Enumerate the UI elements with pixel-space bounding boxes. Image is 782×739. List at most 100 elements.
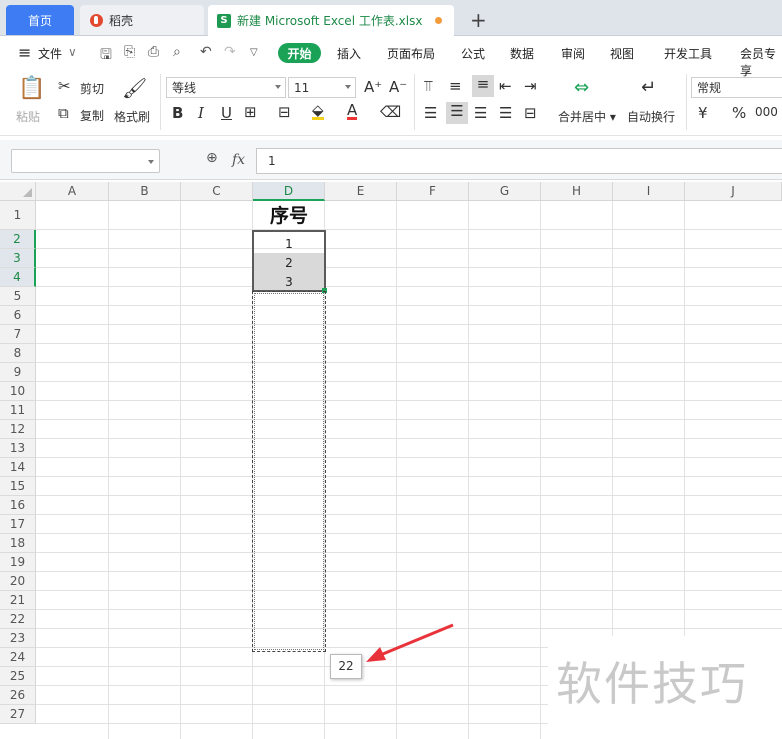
align-middle-icon[interactable]: ≡: [449, 77, 462, 95]
row-header-7[interactable]: 7: [0, 325, 36, 344]
name-box[interactable]: [11, 149, 160, 173]
chevron-down-icon[interactable]: ∨: [68, 45, 77, 59]
currency-icon[interactable]: ¥: [698, 104, 708, 122]
row-header-21[interactable]: 21: [0, 591, 36, 610]
row-header-23[interactable]: 23: [0, 629, 36, 648]
print-icon[interactable]: ⎙: [148, 44, 159, 60]
column-header-h[interactable]: H: [541, 182, 613, 201]
menu-data[interactable]: 数据: [510, 45, 534, 62]
strikethrough-icon[interactable]: ⊟: [278, 103, 291, 121]
format-painter-button[interactable]: 格式刷: [114, 108, 150, 125]
menu-formulas[interactable]: 公式: [461, 45, 485, 62]
percent-icon[interactable]: %: [732, 104, 746, 122]
row-header-8[interactable]: 8: [0, 344, 36, 363]
menu-insert[interactable]: 插入: [337, 45, 361, 62]
row-header-19[interactable]: 19: [0, 553, 36, 572]
column-header-j[interactable]: J: [685, 182, 782, 201]
row-header-2[interactable]: 2: [0, 230, 36, 249]
font-size-select[interactable]: 11: [288, 77, 356, 98]
indent-icon[interactable]: ⇥: [524, 77, 537, 95]
distribute-icon[interactable]: ⊟: [524, 104, 537, 122]
row-header-24[interactable]: 24: [0, 648, 36, 667]
share-icon[interactable]: ⎘: [124, 44, 135, 60]
row-header-14[interactable]: 14: [0, 458, 36, 477]
paste-button[interactable]: 粘贴: [16, 108, 40, 125]
menu-review[interactable]: 审阅: [561, 45, 585, 62]
zoom-icon[interactable]: ⊕: [206, 150, 218, 166]
column-header-c[interactable]: C: [181, 182, 253, 201]
row-header-26[interactable]: 26: [0, 686, 36, 705]
outdent-icon[interactable]: ⇤: [499, 77, 512, 95]
row-header-27[interactable]: 27: [0, 705, 36, 724]
align-bottom-icon[interactable]: ≡: [472, 75, 494, 97]
paste-icon[interactable]: 📋: [18, 76, 45, 101]
customize-icon[interactable]: ▽: [250, 47, 258, 58]
column-header-a[interactable]: A: [36, 182, 109, 201]
row-header-18[interactable]: 18: [0, 534, 36, 553]
align-left-icon[interactable]: ☰: [424, 104, 437, 122]
menu-start[interactable]: 开始: [278, 43, 321, 63]
select-all-corner[interactable]: [0, 182, 36, 201]
clear-icon[interactable]: ⌫: [380, 103, 401, 121]
row-header-5[interactable]: 5: [0, 287, 36, 306]
align-center-icon[interactable]: ☰: [446, 102, 468, 124]
tab-home[interactable]: 首页: [6, 5, 74, 35]
increase-font-icon[interactable]: A⁺: [364, 78, 382, 96]
fill-color-icon[interactable]: ⬙: [312, 103, 324, 120]
row-header-15[interactable]: 15: [0, 477, 36, 496]
formula-input[interactable]: 1: [256, 148, 782, 174]
menu-page-layout[interactable]: 页面布局: [387, 45, 435, 62]
print-preview-icon[interactable]: ⌕: [173, 44, 181, 60]
align-right-icon[interactable]: ☰: [474, 104, 487, 122]
row-header-22[interactable]: 22: [0, 610, 36, 629]
cell-d1[interactable]: 序号: [253, 202, 325, 230]
merge-center-button[interactable]: 合并居中 ▾: [558, 108, 616, 125]
border-icon[interactable]: ⊞: [244, 103, 257, 121]
column-header-i[interactable]: I: [613, 182, 685, 201]
ribbon: 📋 粘贴 ✂ 剪切 ⧉ 复制 🖌 格式刷 等线 11 A⁺ A⁻ B I U ⊞…: [0, 68, 782, 136]
column-header-g[interactable]: G: [469, 182, 541, 201]
column-header-b[interactable]: B: [109, 182, 181, 201]
number-format-select[interactable]: 常规: [691, 77, 782, 98]
row-header-10[interactable]: 10: [0, 382, 36, 401]
italic-icon[interactable]: I: [198, 104, 204, 122]
hamburger-icon[interactable]: ≡: [18, 43, 31, 62]
align-top-icon[interactable]: ⫪: [424, 77, 432, 95]
row-header-1[interactable]: 1: [0, 201, 36, 230]
column-header-e[interactable]: E: [325, 182, 397, 201]
undo-icon[interactable]: ↶: [200, 44, 212, 60]
row-header-11[interactable]: 11: [0, 401, 36, 420]
row-header-4[interactable]: 4: [0, 268, 36, 287]
row-header-16[interactable]: 16: [0, 496, 36, 515]
redo-icon[interactable]: ↷: [224, 44, 236, 60]
tab-docer[interactable]: 稻壳: [80, 5, 204, 35]
menu-view[interactable]: 视图: [610, 45, 634, 62]
menu-file[interactable]: 文件: [38, 45, 62, 62]
row-header-17[interactable]: 17: [0, 515, 36, 534]
row-header-20[interactable]: 20: [0, 572, 36, 591]
column-header-d[interactable]: D: [253, 182, 325, 201]
row-header-9[interactable]: 9: [0, 363, 36, 382]
row-header-12[interactable]: 12: [0, 420, 36, 439]
cut-button[interactable]: 剪切: [80, 80, 104, 97]
decrease-font-icon[interactable]: A⁻: [389, 78, 407, 96]
wrap-text-button[interactable]: 自动换行: [627, 108, 675, 125]
copy-button[interactable]: 复制: [80, 107, 104, 124]
column-header-f[interactable]: F: [397, 182, 469, 201]
tab-workbook[interactable]: S 新建 Microsoft Excel 工作表.xlsx: [208, 5, 454, 36]
menu-developer[interactable]: 开发工具: [664, 45, 712, 62]
fx-icon[interactable]: fx: [232, 152, 245, 168]
bold-icon[interactable]: B: [172, 104, 183, 122]
save-icon[interactable]: 🖫: [100, 44, 112, 68]
row-header-25[interactable]: 25: [0, 667, 36, 686]
row-header-3[interactable]: 3: [0, 249, 36, 268]
underline-icon[interactable]: U: [221, 104, 232, 122]
new-tab-button[interactable]: +: [470, 8, 487, 32]
thousands-icon[interactable]: 000: [755, 105, 778, 119]
font-color-icon[interactable]: A: [347, 103, 358, 120]
justify-icon[interactable]: ☰: [499, 104, 512, 122]
row-header-13[interactable]: 13: [0, 439, 36, 458]
row-header-6[interactable]: 6: [0, 306, 36, 325]
font-name-select[interactable]: 等线: [166, 77, 286, 98]
merge-label: 合并居中: [558, 110, 607, 124]
